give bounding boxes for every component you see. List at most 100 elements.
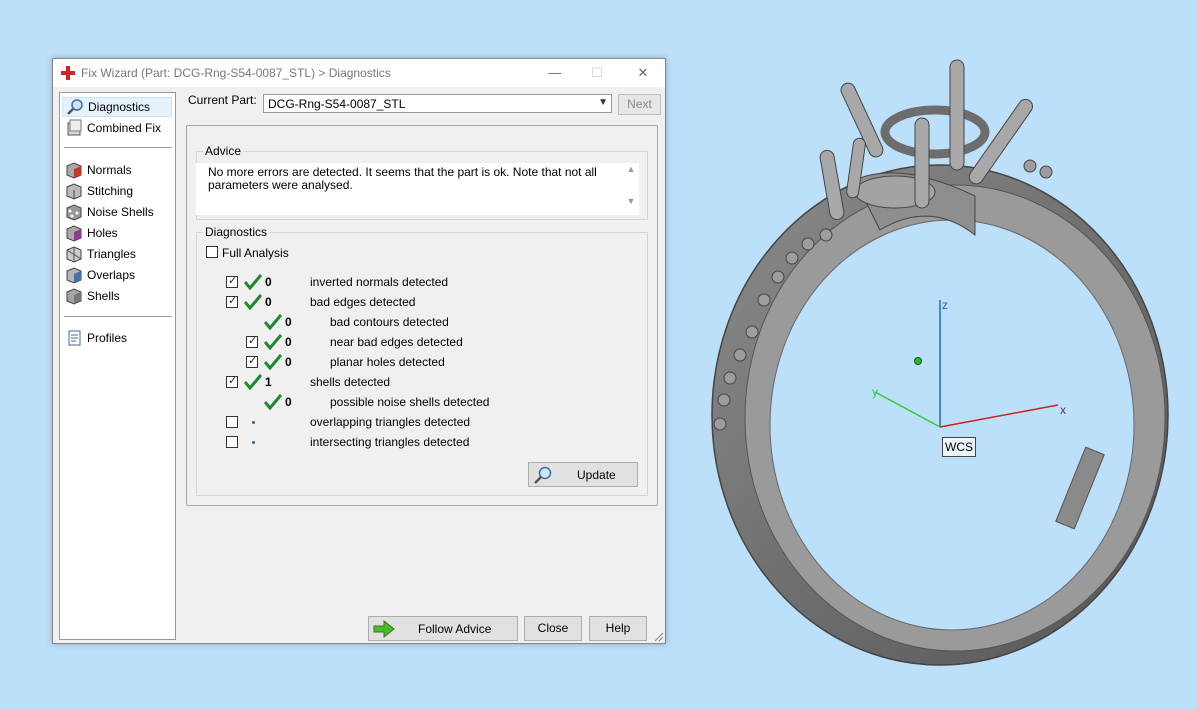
green-check-icon [244, 374, 262, 390]
y-axis-label: y [872, 385, 878, 399]
advice-text: No more errors are detected. It seems th… [208, 165, 597, 192]
row-label: inverted normals detected [310, 275, 449, 289]
nav-label: Normals [87, 163, 132, 177]
nav-label: Triangles [87, 247, 136, 261]
advice-title: Advice [203, 144, 244, 158]
row-checkbox-intersecting-triangles[interactable] [226, 436, 238, 448]
nav-label: Diagnostics [88, 100, 151, 114]
green-check-icon [244, 294, 262, 310]
wcs-text: WCS [945, 440, 973, 454]
maximize-button[interactable]: ☐ [577, 59, 617, 87]
nav-item-shells[interactable]: Shells [62, 286, 172, 306]
red-cross-icon [61, 66, 75, 80]
row-label: bad contours detected [330, 315, 449, 329]
row-label: bad edges detected [310, 295, 416, 309]
row-label: intersecting triangles detected [310, 435, 470, 449]
row-value: 0 [265, 275, 272, 289]
row-value: 1 [265, 375, 272, 389]
next-button[interactable]: Next [618, 94, 661, 115]
wcs-label: WCS [942, 437, 976, 457]
fix-wizard-window: Fix Wizard (Part: DCG-Rng-S54-0087_STL) … [52, 58, 666, 644]
full-analysis-checkbox[interactable] [206, 246, 218, 258]
row-checkbox-planar-holes[interactable] [246, 354, 258, 368]
current-part-value: DCG-Rng-S54-0087_STL [268, 97, 406, 111]
nav-separator [64, 316, 172, 317]
nav-label: Noise Shells [87, 205, 154, 219]
normals-cube-icon [66, 162, 82, 179]
wizard-nav: Diagnostics Combined Fix Normals Stitchi… [59, 92, 176, 640]
z-axis-label: z [942, 298, 948, 312]
triangles-cube-icon [66, 246, 82, 263]
follow-advice-label: Follow Advice [418, 622, 492, 636]
row-checkbox-bad-edges[interactable] [226, 294, 238, 308]
green-check-icon [264, 394, 282, 410]
profiles-document-icon [68, 330, 81, 346]
nav-item-diagnostics[interactable]: Diagnostics [62, 97, 172, 117]
row-checkbox-overlapping-triangles[interactable] [226, 416, 238, 428]
row-checkbox-shells[interactable] [226, 374, 238, 388]
nav-item-normals[interactable]: Normals [62, 160, 172, 180]
nav-item-stitching[interactable]: Stitching [62, 181, 172, 201]
overlaps-cube-icon [66, 267, 82, 284]
nav-item-combined-fix[interactable]: Combined Fix [62, 118, 172, 138]
noise-shells-cube-icon [66, 204, 82, 221]
scroll-down-icon[interactable]: ▼ [623, 196, 639, 206]
row-value: 0 [285, 355, 292, 369]
close-button[interactable]: Close [524, 616, 582, 641]
nav-label: Overlaps [87, 268, 136, 282]
follow-advice-button[interactable]: Follow Advice [368, 616, 518, 641]
window-title: Fix Wizard (Part: DCG-Rng-S54-0087_STL) … [81, 66, 391, 80]
row-value: 0 [285, 315, 292, 329]
nav-label: Holes [87, 226, 118, 240]
chevron-down-icon: ▼ [598, 97, 608, 108]
current-part-select[interactable]: DCG-Rng-S54-0087_STL ▼ [263, 94, 612, 113]
stitching-cube-icon [66, 183, 82, 200]
row-label: shells detected [310, 375, 391, 389]
nav-label: Profiles [87, 331, 128, 345]
green-check-icon [264, 314, 282, 330]
x-axis-label: x [1060, 403, 1066, 417]
row-value: 0 [265, 295, 272, 309]
green-check-icon [264, 354, 282, 370]
row-label: overlapping triangles detected [310, 415, 471, 429]
title-bar[interactable]: Fix Wizard (Part: DCG-Rng-S54-0087_STL) … [53, 59, 665, 87]
update-label: Update [577, 468, 616, 482]
row-checkbox-inverted-normals[interactable] [226, 274, 238, 288]
magnifier-icon [534, 466, 552, 484]
advice-scrollbar[interactable]: ▲ ▼ [623, 163, 639, 215]
row-label: possible noise shells detected [330, 395, 490, 409]
scroll-up-icon[interactable]: ▲ [623, 164, 639, 174]
nav-label: Stitching [87, 184, 134, 198]
green-check-icon [244, 274, 262, 290]
pending-dot-icon [252, 441, 255, 444]
nav-item-noise-shells[interactable]: Noise Shells [62, 202, 172, 222]
nav-item-profiles[interactable]: Profiles [62, 328, 172, 348]
green-check-icon [264, 334, 282, 350]
row-value: 0 [285, 395, 292, 409]
full-analysis-label: Full Analysis [222, 246, 289, 260]
resize-grip-icon[interactable] [654, 632, 664, 642]
pending-dot-icon [252, 421, 255, 424]
nav-separator [64, 147, 172, 148]
green-arrow-icon [373, 620, 395, 638]
row-checkbox-near-bad-edges[interactable] [246, 334, 258, 348]
diagnostics-title: Diagnostics [203, 225, 270, 239]
advice-box: No more errors are detected. It seems th… [196, 163, 639, 215]
nav-item-holes[interactable]: Holes [62, 223, 172, 243]
nav-label: Shells [87, 289, 120, 303]
current-part-label: Current Part: [188, 93, 257, 107]
combined-fix-icon [67, 119, 82, 136]
minimize-button[interactable]: — [535, 59, 575, 87]
nav-item-overlaps[interactable]: Overlaps [62, 265, 172, 285]
magnifier-icon [67, 99, 83, 115]
holes-cube-icon [66, 225, 82, 242]
row-label: near bad edges detected [330, 335, 463, 349]
close-window-button[interactable]: ✕ [623, 59, 663, 87]
update-button[interactable]: Update [528, 462, 638, 487]
help-button[interactable]: Help [589, 616, 647, 641]
row-value: 0 [285, 335, 292, 349]
nav-label: Combined Fix [87, 121, 162, 135]
shells-cube-icon [66, 288, 82, 305]
row-label: planar holes detected [330, 355, 445, 369]
nav-item-triangles[interactable]: Triangles [62, 244, 172, 264]
